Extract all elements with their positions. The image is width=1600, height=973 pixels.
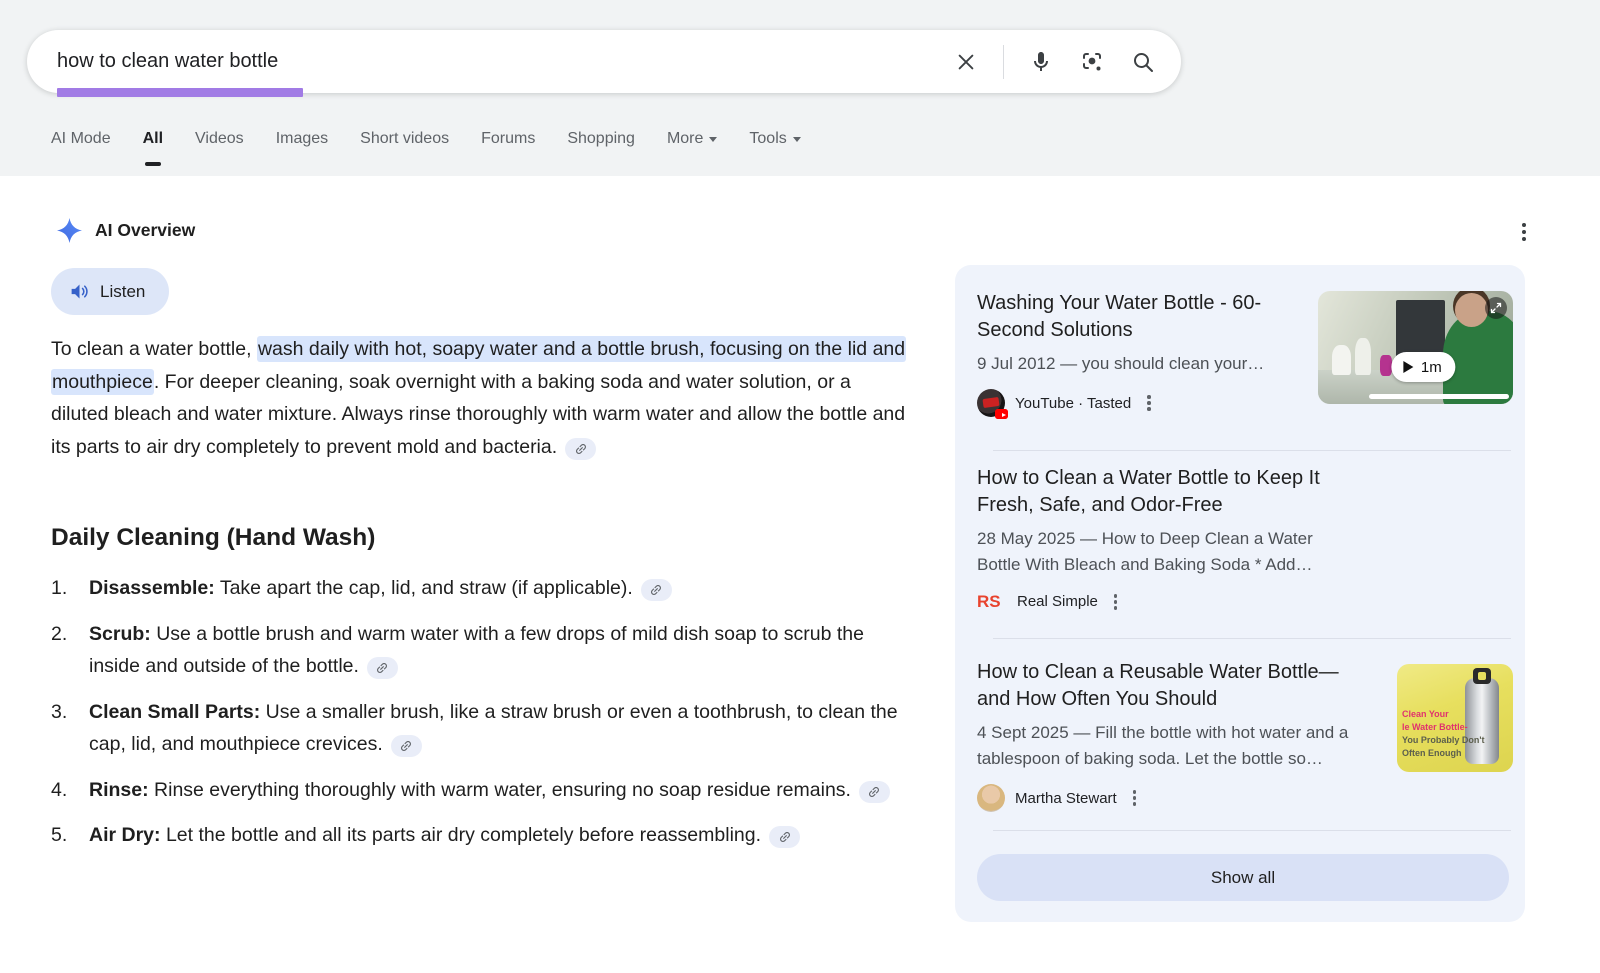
card-snippet: 28 May 2025 — How to Deep Clean a Water … — [977, 526, 1357, 578]
list-item: 4. Rinse: Rinse everything thoroughly wi… — [51, 774, 906, 807]
video-duration: 1m — [1421, 359, 1442, 376]
source-card[interactable]: How to Clean a Reusable Water Bottle—and… — [955, 659, 1525, 830]
ai-overview-title: AI Overview — [95, 220, 195, 241]
play-icon — [1403, 361, 1413, 373]
chevron-down-icon — [793, 137, 801, 142]
ai-overview-menu-icon[interactable] — [1511, 219, 1537, 245]
tab-forums[interactable]: Forums — [481, 130, 535, 160]
search-bar-divider — [1003, 45, 1004, 79]
step-label: Air Dry: — [89, 824, 161, 846]
step-text: Take apart the cap, lid, and straw (if a… — [220, 577, 633, 599]
list-item: 3. Clean Small Parts: Use a smaller brus… — [51, 696, 906, 761]
card-menu-icon[interactable] — [1108, 590, 1124, 614]
tab-short-videos[interactable]: Short videos — [360, 130, 449, 160]
result-tabs: AI Mode All Videos Images Short videos F… — [51, 130, 801, 160]
citation-link-icon[interactable] — [367, 657, 398, 679]
source-name: YouTube · Tasted — [1015, 395, 1131, 412]
step-label: Rinse: — [89, 779, 149, 801]
list-item: 1. Disassemble: Take apart the cap, lid,… — [51, 572, 906, 605]
tab-more[interactable]: More — [667, 130, 717, 160]
step-text: Rinse everything thoroughly with warm wa… — [154, 779, 851, 801]
source-name: Real Simple — [1017, 593, 1098, 610]
list-item: 2. Scrub: Use a bottle brush and warm wa… — [51, 618, 906, 683]
tab-ai-mode[interactable]: AI Mode — [51, 130, 111, 160]
divider — [993, 830, 1511, 831]
ai-sparkle-icon — [57, 218, 82, 243]
source-name: Martha Stewart — [1015, 790, 1117, 807]
source-card[interactable]: Washing Your Water Bottle - 60-Second So… — [955, 265, 1525, 450]
voice-search-icon[interactable] — [1027, 48, 1055, 76]
avatar — [977, 784, 1005, 812]
section-heading: Daily Cleaning (Hand Wash) — [51, 524, 375, 552]
step-label: Scrub: — [89, 623, 151, 645]
ai-overview-header: AI Overview — [57, 218, 195, 243]
speaker-icon — [69, 281, 90, 302]
search-submit-icon[interactable] — [1129, 48, 1157, 76]
citation-link-icon[interactable] — [391, 735, 422, 757]
intro-text-after: . For deeper cleaning, soak overnight wi… — [51, 371, 905, 458]
card-menu-icon[interactable] — [1141, 391, 1157, 415]
chevron-down-icon — [709, 137, 717, 142]
video-progress-bar — [1369, 394, 1509, 399]
divider — [993, 638, 1511, 639]
play-button[interactable]: 1m — [1391, 352, 1456, 382]
video-thumbnail[interactable]: 1m — [1318, 291, 1513, 404]
step-text: Let the bottle and all its parts air dry… — [166, 824, 761, 846]
step-text: Use a bottle brush and warm water with a… — [89, 623, 864, 678]
source-logo: RS — [977, 591, 1007, 613]
search-input[interactable] — [57, 50, 952, 73]
card-snippet: 9 Jul 2012 — you should clean your… — [977, 351, 1312, 377]
avatar — [977, 389, 1005, 417]
show-all-button[interactable]: Show all — [977, 854, 1509, 901]
card-snippet: 4 Sept 2025 — Fill the bottle with hot w… — [977, 720, 1373, 772]
divider — [993, 450, 1511, 451]
cleaning-steps-list: 1. Disassemble: Take apart the cap, lid,… — [51, 572, 906, 865]
listen-label: Listen — [100, 282, 145, 302]
tab-images[interactable]: Images — [276, 130, 328, 160]
listen-button[interactable]: Listen — [51, 268, 169, 315]
card-menu-icon[interactable] — [1127, 786, 1143, 810]
citation-link-icon[interactable] — [641, 579, 672, 601]
citation-link-icon[interactable] — [859, 781, 890, 803]
search-bar-icons — [952, 45, 1157, 79]
tab-tools[interactable]: Tools — [749, 130, 800, 160]
header: AI Mode All Videos Images Short videos F… — [0, 0, 1600, 176]
lens-search-icon[interactable] — [1078, 48, 1106, 76]
step-label: Clean Small Parts: — [89, 701, 260, 723]
expand-icon[interactable] — [1485, 297, 1507, 319]
sources-panel: Washing Your Water Bottle - 60-Second So… — [955, 265, 1525, 922]
source-card[interactable]: How to Clean a Water Bottle to Keep It F… — [955, 465, 1525, 638]
tab-shopping[interactable]: Shopping — [567, 130, 635, 160]
card-title[interactable]: How to Clean a Reusable Water Bottle—and… — [977, 659, 1351, 713]
intro-text: To clean a water bottle, — [51, 338, 257, 360]
citation-link-icon[interactable] — [565, 438, 596, 460]
tab-videos[interactable]: Videos — [195, 130, 244, 160]
list-item: 5. Air Dry: Let the bottle and all its p… — [51, 819, 906, 852]
clear-search-icon[interactable] — [952, 48, 980, 76]
card-title[interactable]: How to Clean a Water Bottle to Keep It F… — [977, 465, 1373, 519]
ai-overview-intro: To clean a water bottle, wash daily with… — [51, 333, 911, 463]
loading-progress-bar — [57, 88, 303, 97]
search-bar[interactable] — [27, 30, 1181, 93]
search-results-page: AI Mode All Videos Images Short videos F… — [0, 0, 1600, 973]
citation-link-icon[interactable] — [769, 826, 800, 848]
card-title[interactable]: Washing Your Water Bottle - 60-Second So… — [977, 290, 1312, 344]
tab-all[interactable]: All — [143, 130, 163, 160]
step-label: Disassemble: — [89, 577, 215, 599]
